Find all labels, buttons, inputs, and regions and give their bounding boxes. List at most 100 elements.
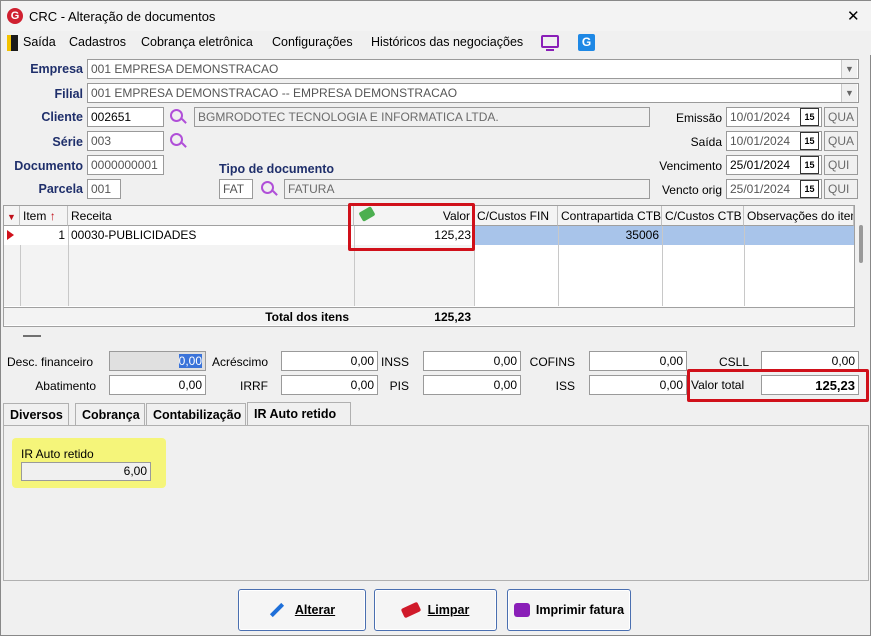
cliente-code-input[interactable]: 002651: [87, 107, 164, 127]
valor-total-highlight: [687, 369, 869, 402]
search-icon-handle: [272, 190, 278, 196]
tab-cobranca[interactable]: Cobrança: [75, 403, 145, 425]
monitor-icon[interactable]: [541, 35, 559, 48]
inss-input[interactable]: 0,00: [423, 351, 521, 371]
title-bar: G CRC - Alteração de documentos ✕: [1, 1, 871, 31]
tab-contabilizacao[interactable]: Contabilização: [146, 403, 246, 425]
csll-label: CSLL: [718, 355, 749, 369]
abatimento-input[interactable]: 0,00: [109, 375, 206, 395]
brand-g-icon[interactable]: G: [578, 34, 595, 51]
col-header-receita[interactable]: Receita: [68, 206, 354, 226]
pis-label: PIS: [389, 379, 409, 393]
grid-line: [68, 245, 69, 306]
vencimento-weekday: QUI: [824, 155, 858, 175]
csll-input[interactable]: 0,00: [761, 351, 859, 371]
total-items-value: 125,23: [434, 310, 471, 324]
parcela-label: Parcela: [38, 182, 83, 196]
tab-ir-auto-retido[interactable]: IR Auto retido: [247, 402, 351, 426]
pis-input[interactable]: 0,00: [423, 375, 521, 395]
parcela-input[interactable]: 001: [87, 179, 121, 199]
close-icon[interactable]: ✕: [847, 7, 860, 25]
tab-diversos[interactable]: Diversos: [3, 403, 69, 425]
cliente-name-field: BGMRODOTEC TECNOLOGIA E INFORMATICA LTDA…: [194, 107, 650, 127]
col-header-observacoes[interactable]: Observações do item: [744, 206, 854, 226]
ir-auto-retido-input[interactable]: 6,00: [21, 462, 151, 481]
serie-input[interactable]: 003: [87, 131, 164, 151]
grid-empty-area: [4, 245, 474, 306]
search-icon-handle: [181, 118, 187, 124]
valor-column-highlight: [348, 203, 475, 251]
alterar-button[interactable]: Alterar: [238, 589, 366, 631]
cell-item: 1: [58, 228, 65, 242]
filial-select[interactable]: 001 EMPRESA DEMONSTRACAO -- EMPRESA DEMO…: [87, 83, 859, 103]
tab-panel: IR Auto retido 6,00: [3, 425, 869, 581]
acrescimo-input[interactable]: 0,00: [281, 351, 378, 371]
col-header-contrapartida[interactable]: Contrapartida CTB: [558, 206, 662, 226]
col-header-ccustos-ctb[interactable]: C/Custos CTB: [662, 206, 744, 226]
desc-financeiro-input[interactable]: 0,00: [109, 351, 206, 371]
irrf-input[interactable]: 0,00: [281, 375, 378, 395]
imprimir-fatura-button[interactable]: Imprimir fatura: [507, 589, 631, 631]
cofins-label: COFINS: [529, 355, 575, 369]
menu-cobranca-eletronica[interactable]: Cobrança eletrônica: [141, 35, 253, 49]
app-logo-icon: G: [7, 8, 23, 24]
calendar-icon[interactable]: 15: [800, 180, 819, 198]
abatimento-label: Abatimento: [35, 379, 96, 393]
vencto-orig-weekday: QUI: [824, 179, 858, 199]
exit-icon: [7, 35, 18, 51]
empresa-select[interactable]: 001 EMPRESA DEMONSTRACAO: [87, 59, 859, 79]
calendar-icon[interactable]: 15: [800, 108, 819, 126]
emissao-weekday: QUA: [824, 107, 858, 127]
eraser-icon: [400, 601, 421, 619]
sort-up-icon: ↑: [49, 209, 56, 223]
cell-contrapartida: 35006: [558, 226, 662, 245]
acrescimo-label: Acréscimo: [211, 355, 268, 369]
row-indicator-icon: [7, 230, 14, 240]
cell-ccustos-ctb: [662, 226, 744, 245]
tipo-code-input[interactable]: FAT: [219, 179, 253, 199]
chevron-down-icon[interactable]: ▼: [841, 84, 857, 102]
col-header-ccustos-fin[interactable]: C/Custos FIN: [474, 206, 558, 226]
limpar-button[interactable]: Limpar: [374, 589, 497, 631]
tipo-documento-label: Tipo de documento: [219, 162, 335, 176]
iss-input[interactable]: 0,00: [589, 375, 687, 395]
tipo-name-field: FATURA: [284, 179, 650, 199]
documento-input[interactable]: 0000000001: [87, 155, 164, 175]
window-title: CRC - Alteração de documentos: [29, 9, 216, 24]
cofins-input[interactable]: 0,00: [589, 351, 687, 371]
vencto-orig-label: Vencto orig: [661, 183, 722, 197]
grid-line: [20, 245, 21, 306]
grid-indicator-header: ▼: [4, 206, 20, 226]
col-header-item[interactable]: Item ↑: [20, 206, 68, 226]
grid-scrollbar[interactable]: [859, 225, 863, 263]
menu-configuracoes[interactable]: Configurações: [272, 35, 353, 49]
cliente-label: Cliente: [41, 110, 83, 124]
cell-observacoes: [744, 226, 854, 245]
cell-receita: 00030-PUBLICIDADES: [71, 228, 197, 242]
emissao-label: Emissão: [675, 111, 722, 125]
desc-financeiro-label: Desc. financeiro: [7, 355, 94, 369]
vencimento-label: Vencimento: [659, 159, 722, 173]
menu-cadastros[interactable]: Cadastros: [69, 35, 126, 49]
main-window: G CRC - Alteração de documentos ✕ Saída …: [0, 0, 871, 636]
grid-footer: Total dos itens 125,23: [4, 307, 854, 325]
total-items-label: Total dos itens: [265, 310, 349, 324]
pencil-icon: [269, 602, 284, 618]
menu-bar: Saída Cadastros Cobrança eletrônica Conf…: [1, 31, 871, 55]
grid-line: [354, 245, 355, 306]
menu-historicos[interactable]: Históricos das negociações: [371, 35, 523, 49]
filial-label: Filial: [54, 87, 83, 101]
calendar-icon[interactable]: 15: [800, 156, 819, 174]
saida-weekday: QUA: [824, 131, 858, 151]
inss-label: INSS: [380, 355, 409, 369]
printer-icon: [513, 603, 530, 617]
calendar-icon[interactable]: 15: [800, 132, 819, 150]
sort-arrow-icon: ▼: [7, 212, 16, 222]
grid-line: [558, 226, 559, 306]
grid-splitter[interactable]: [23, 335, 41, 337]
grid-line: [662, 226, 663, 306]
menu-saida[interactable]: Saída: [23, 35, 56, 49]
ir-auto-retido-label: IR Auto retido: [21, 447, 94, 461]
chevron-down-icon[interactable]: ▼: [841, 60, 857, 78]
irrf-label: IRRF: [240, 379, 268, 393]
